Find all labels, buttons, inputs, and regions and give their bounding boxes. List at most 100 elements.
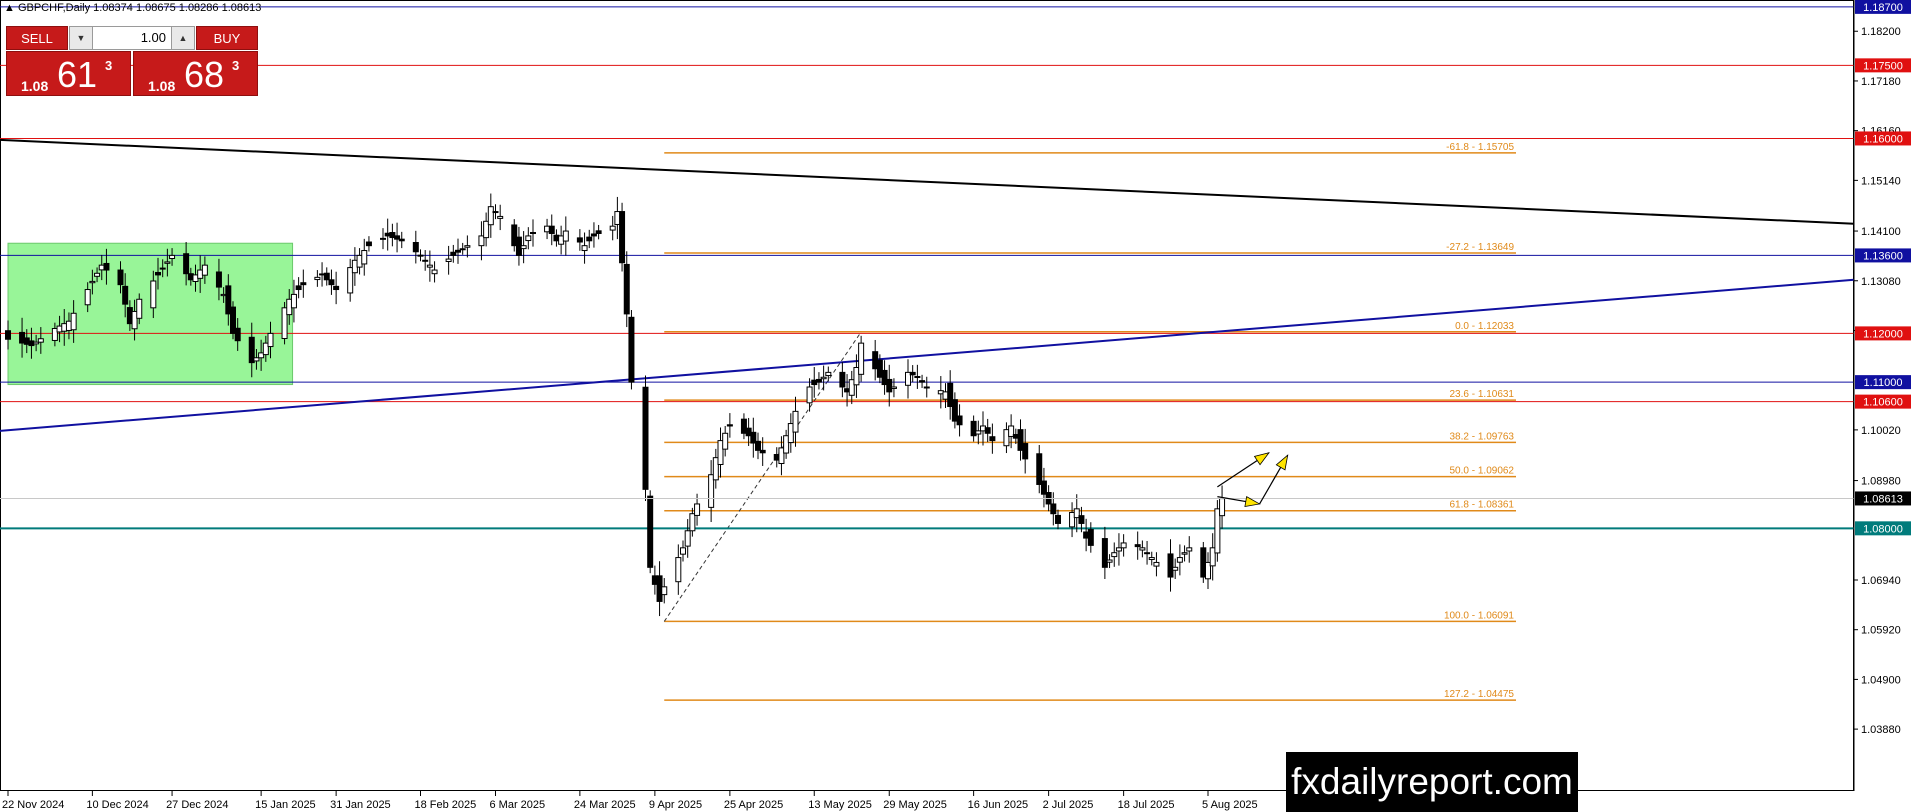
lot-size-input[interactable]: 1.00 bbox=[94, 27, 170, 49]
candle-body bbox=[1120, 542, 1127, 549]
candle-body bbox=[487, 206, 494, 226]
price-tick-label: 1.04900 bbox=[1861, 674, 1901, 686]
candle-body bbox=[628, 316, 635, 383]
candle-body bbox=[103, 262, 110, 271]
candle-body bbox=[380, 237, 386, 240]
candle-body bbox=[1134, 544, 1141, 548]
candle-body bbox=[234, 327, 241, 342]
candle-body bbox=[1181, 552, 1188, 555]
candle-body bbox=[792, 410, 799, 433]
fib-level-label: -27.2 - 1.13649 bbox=[1446, 242, 1514, 253]
chevron-up-icon[interactable]: ▲ bbox=[171, 27, 194, 49]
candle-body bbox=[459, 248, 466, 251]
lot-size-field: ▼ 1.00 ▲ bbox=[69, 26, 195, 50]
buy-price-fraction: 3 bbox=[232, 58, 240, 73]
price-tick-label: 1.13080 bbox=[1861, 276, 1901, 288]
candle-body bbox=[1022, 443, 1029, 460]
candle-body bbox=[117, 269, 124, 286]
price-tick-label: 1.14100 bbox=[1861, 226, 1901, 238]
green-zone bbox=[7, 242, 294, 386]
candle-body bbox=[136, 298, 143, 319]
candle-body bbox=[398, 238, 405, 242]
candle-body bbox=[94, 272, 101, 277]
price-tick-label: 1.08980 bbox=[1861, 476, 1901, 488]
candle-body bbox=[694, 503, 701, 516]
time-axis: 22 Nov 2024 10 Dec 2024 27 Dec 2024 15 Jan … bbox=[2, 791, 1258, 811]
price-tick-label: 1.10020 bbox=[1861, 425, 1901, 437]
time-tick-label: 15 Jan 2025 bbox=[255, 799, 316, 811]
candle-body bbox=[1148, 557, 1155, 561]
candle-body bbox=[839, 371, 846, 388]
time-tick-label: 27 Dec 2024 bbox=[166, 799, 228, 811]
candle-body bbox=[159, 267, 166, 270]
candle-body bbox=[661, 586, 668, 596]
candle-body bbox=[886, 378, 893, 393]
time-tick-label: 18 Jul 2025 bbox=[1118, 799, 1175, 811]
fib-level-label: 127.2 - 1.04475 bbox=[1444, 689, 1514, 700]
candle-body bbox=[150, 280, 157, 309]
time-tick-label: 29 May 2025 bbox=[883, 799, 947, 811]
candle-body bbox=[464, 245, 471, 248]
time-tick-label: 5 Aug 2025 bbox=[1202, 799, 1258, 811]
candle-body bbox=[155, 271, 161, 276]
fib-level-label: 23.6 - 1.10631 bbox=[1450, 389, 1515, 400]
candle-body bbox=[1050, 503, 1057, 515]
price-tick-label: 1.17180 bbox=[1861, 76, 1901, 88]
price-tick-label: 1.03880 bbox=[1861, 724, 1901, 736]
chevron-down-icon[interactable]: ▼ bbox=[70, 27, 93, 49]
candle-body bbox=[497, 215, 504, 219]
time-tick-label: 22 Nov 2024 bbox=[2, 799, 64, 811]
candle-body bbox=[417, 254, 424, 257]
current-price-text: 1.08613 bbox=[1863, 493, 1903, 505]
fib-level-label: 61.8 - 1.08361 bbox=[1450, 500, 1515, 511]
candle-body bbox=[825, 371, 832, 377]
level-label-text: 1.16000 bbox=[1863, 133, 1903, 145]
candle-body bbox=[919, 380, 926, 383]
price-tick-label: 1.05920 bbox=[1861, 625, 1901, 637]
candle-body bbox=[5, 330, 11, 340]
candle-body bbox=[909, 371, 916, 376]
candle-body bbox=[164, 261, 171, 264]
candle-body bbox=[858, 342, 865, 375]
candle-body bbox=[1172, 566, 1179, 571]
candle-body bbox=[581, 245, 588, 252]
buy-price-button[interactable]: 1.08 68 3 bbox=[133, 51, 258, 96]
buy-button[interactable]: BUY bbox=[196, 26, 258, 50]
price-tick-label: 1.15140 bbox=[1861, 175, 1901, 187]
candle-body bbox=[422, 259, 429, 262]
candle-body bbox=[576, 237, 583, 243]
one-click-trading-panel: SELL ▼ 1.00 ▲ BUY 1.08 61 3 1.08 68 3 bbox=[6, 26, 258, 97]
level-label-text: 1.12000 bbox=[1863, 328, 1903, 340]
time-tick-label: 31 Jan 2025 bbox=[330, 799, 391, 811]
candle-body bbox=[623, 263, 630, 315]
buy-price-pips: 68 bbox=[184, 54, 225, 95]
candle-body bbox=[1055, 514, 1061, 524]
candle-body bbox=[595, 230, 602, 234]
time-tick-label: 24 Mar 2025 bbox=[574, 799, 636, 811]
candle-body bbox=[122, 285, 129, 305]
sell-price-pips: 61 bbox=[57, 54, 98, 95]
fib-level-label: 100.0 - 1.06091 bbox=[1444, 610, 1514, 621]
time-tick-label: 25 Apr 2025 bbox=[724, 799, 783, 811]
sell-price-button[interactable]: 1.08 61 3 bbox=[6, 51, 131, 96]
candle-body bbox=[295, 285, 302, 291]
menu-triangle-icon[interactable]: ▲ bbox=[4, 2, 15, 14]
sell-price-big-figure: 1.08 bbox=[21, 78, 49, 94]
symbol-info: ▲ GBPCHF,Daily 1.08374 1.08675 1.08286 1… bbox=[4, 2, 261, 14]
candle-body bbox=[169, 254, 176, 260]
sell-button[interactable]: SELL bbox=[6, 26, 68, 50]
candle-body bbox=[1167, 553, 1174, 578]
candle-body bbox=[1106, 559, 1113, 563]
candle-body bbox=[530, 232, 536, 235]
candle-body bbox=[806, 386, 813, 404]
price-chart[interactable]: -61.8 - 1.15705 -27.2 - 1.13649 0.0 - 1.12… bbox=[0, 0, 1916, 812]
candle-body bbox=[1219, 498, 1226, 517]
candle-body bbox=[619, 211, 626, 264]
candle-body bbox=[455, 249, 461, 253]
candle-body bbox=[726, 424, 733, 427]
candle-body bbox=[562, 230, 569, 242]
candle-body bbox=[1186, 547, 1193, 552]
time-tick-label: 9 Apr 2025 bbox=[649, 799, 702, 811]
buy-price-big-figure: 1.08 bbox=[148, 78, 176, 94]
time-tick-label: 18 Feb 2025 bbox=[415, 799, 477, 811]
